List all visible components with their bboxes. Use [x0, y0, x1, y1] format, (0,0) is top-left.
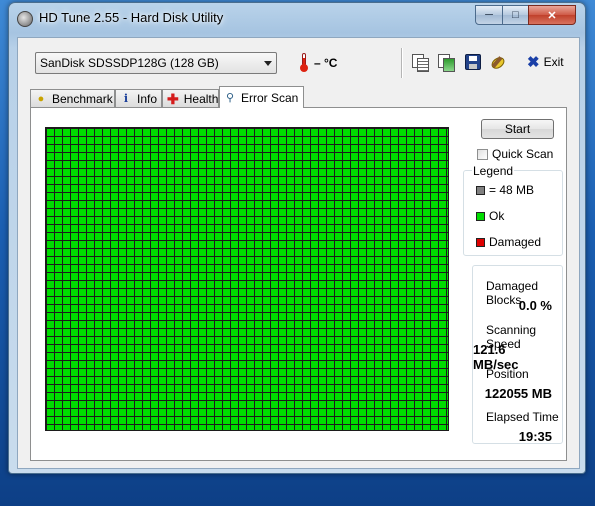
block-map: [45, 127, 449, 431]
tab-info[interactable]: i Info: [115, 89, 162, 107]
quick-scan-option[interactable]: Quick Scan: [477, 147, 553, 161]
maximize-button[interactable]: □: [502, 5, 529, 25]
block-grid-ok: [46, 128, 448, 430]
drive-select[interactable]: SanDisk SDSSDP128G (128 GB): [35, 52, 277, 74]
quick-scan-label: Quick Scan: [492, 147, 554, 161]
tab-label: Error Scan: [241, 90, 299, 105]
tab-label: Benchmark: [52, 91, 113, 106]
legend-swatch-green: [476, 211, 485, 221]
tab-health[interactable]: ✚ Health: [162, 89, 219, 107]
start-button[interactable]: Start: [481, 119, 554, 139]
copy-all-icon[interactable]: [438, 54, 455, 72]
options-icon[interactable]: [490, 54, 506, 70]
elapsed-time-value: 19:35: [518, 429, 552, 444]
tab-label: Info: [137, 91, 158, 106]
exit-label: Exit: [543, 55, 564, 69]
drive-select-value: SanDisk SDSSDP128G (128 GB): [40, 56, 219, 70]
legend-label: Ok: [489, 209, 505, 223]
save-icon[interactable]: [465, 54, 481, 70]
legend-item-block-size: = 48 MB: [476, 183, 534, 197]
legend-group: Legend = 48 MB Ok Damaged: [463, 164, 563, 256]
legend-swatch-gray: [476, 185, 485, 195]
copy-icon[interactable]: [412, 54, 429, 72]
app-disk-icon: [17, 11, 33, 27]
damaged-blocks-value: 0.0 %: [518, 298, 552, 313]
legend-label: = 48 MB: [489, 183, 535, 197]
close-button[interactable]: ✕: [528, 5, 576, 25]
info-icon: i: [123, 91, 129, 105]
tab-label: Health: [183, 91, 219, 106]
tab-benchmark[interactable]: ● Benchmark: [30, 89, 115, 107]
maximize-icon: □: [512, 9, 519, 21]
tab-error-scan[interactable]: ⚲ Error Scan: [219, 86, 304, 108]
legend-item-damaged: Damaged: [476, 235, 541, 249]
position-value: 122055 MB: [484, 386, 552, 401]
client-area: SanDisk SDSSDP128G (128 GB) – °C ✖ Exit …: [17, 37, 580, 469]
temperature-readout: – °C: [314, 56, 338, 70]
minimize-button[interactable]: ─: [475, 5, 503, 25]
magnifier-icon: ⚲: [225, 91, 235, 104]
elapsed-time-label: Elapsed Time: [486, 410, 559, 424]
legend-item-ok: Ok: [476, 209, 504, 223]
position-label: Position: [486, 367, 529, 381]
scan-stats-group: Damaged Blocks 0.0 % Scanning Speed 121.…: [472, 265, 563, 444]
exit-icon: ✖: [527, 54, 540, 71]
minimize-icon: ─: [485, 9, 493, 21]
close-icon: ✕: [547, 9, 557, 22]
thermometer-icon: [300, 53, 308, 72]
health-cross-icon: ✚: [167, 90, 179, 107]
legend-swatch-red: [476, 237, 485, 247]
legend-title: Legend: [472, 164, 515, 178]
quick-scan-checkbox[interactable]: [477, 148, 488, 160]
toolbar-divider: [401, 48, 403, 78]
title-bar[interactable]: HD Tune 2.55 - Hard Disk Utility ─ □ ✕: [9, 3, 585, 33]
window-title: HD Tune 2.55 - Hard Disk Utility: [39, 10, 224, 25]
app-window: HD Tune 2.55 - Hard Disk Utility ─ □ ✕ S…: [8, 2, 586, 474]
lightbulb-icon: ●: [37, 92, 45, 105]
exit-button[interactable]: ✖ Exit: [527, 52, 564, 72]
chevron-down-icon: [264, 61, 272, 66]
legend-label: Damaged: [489, 235, 542, 249]
toolbar: SanDisk SDSSDP128G (128 GB) – °C ✖ Exit: [18, 38, 579, 82]
error-scan-panel: Start Quick Scan Legend = 48 MB Ok Damag…: [30, 107, 567, 461]
